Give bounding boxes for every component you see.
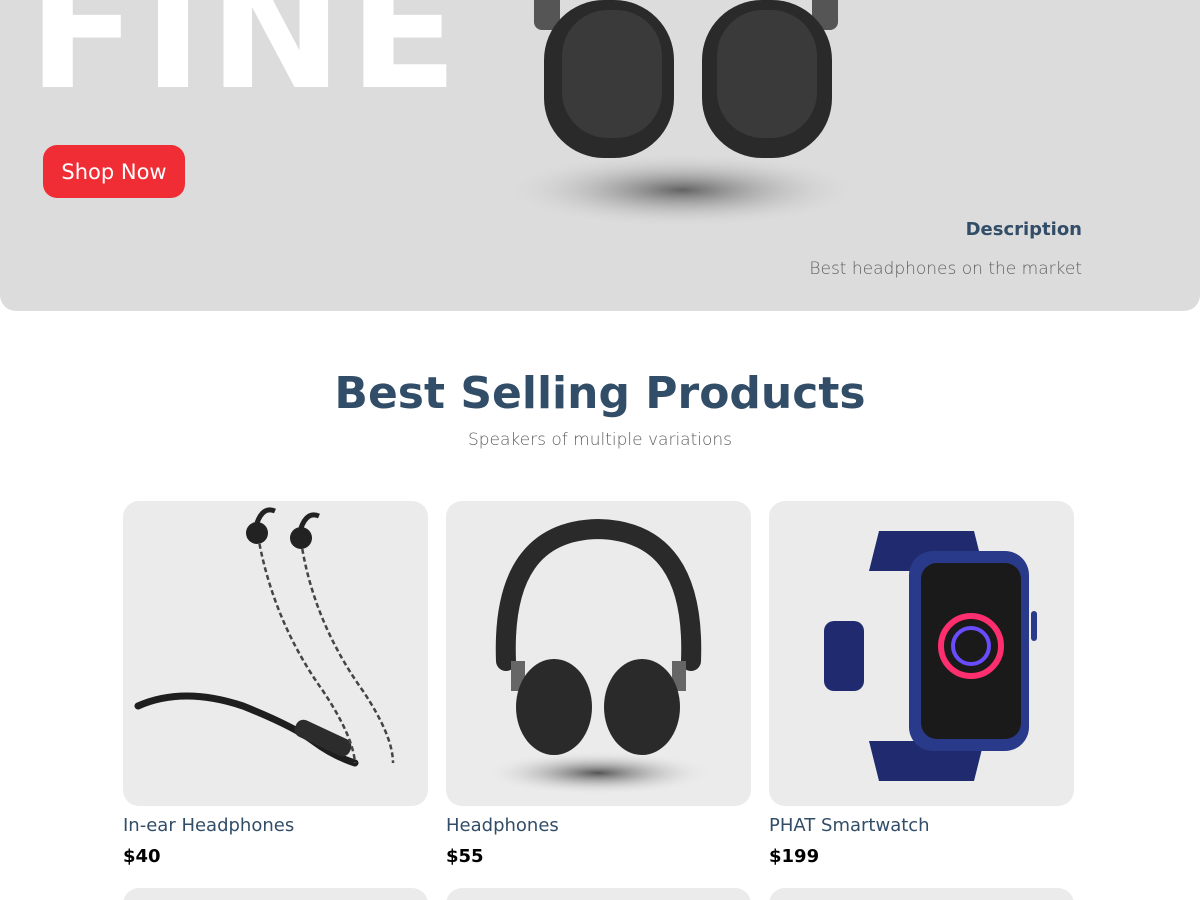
product-image-smartwatch[interactable] xyxy=(769,501,1074,806)
hero-description-text: Best headphones on the market xyxy=(809,259,1082,279)
smartwatch-icon xyxy=(824,531,1037,781)
hero-banner: FINE Shop Now Description Best headphone… xyxy=(0,0,1200,311)
product-image-earphones[interactable] xyxy=(123,501,428,806)
product-card-partial[interactable] xyxy=(769,888,1074,900)
neckband-earphones-icon xyxy=(134,507,395,767)
product-card-partial[interactable] xyxy=(446,888,751,900)
product-name[interactable]: Headphones xyxy=(446,815,751,836)
product-card[interactable]: In-ear Headphones $40 xyxy=(123,501,428,867)
product-card[interactable]: PHAT Smartwatch $199 xyxy=(769,501,1074,867)
product-card[interactable]: Headphones $55 xyxy=(446,501,751,867)
product-image-headphones[interactable] xyxy=(446,501,751,806)
section-subtitle: Speakers of multiple variations xyxy=(467,430,733,450)
shop-now-button[interactable]: Shop Now xyxy=(43,145,185,198)
hero-big-word: FINE xyxy=(28,0,465,125)
product-price: $40 xyxy=(123,846,161,867)
product-price: $199 xyxy=(769,846,820,867)
hero-description-title: Description xyxy=(965,219,1082,240)
hero-headphones-image xyxy=(502,0,862,228)
product-card-partial[interactable] xyxy=(123,888,428,900)
section-title: Best Selling Products xyxy=(334,368,866,419)
product-name[interactable]: PHAT Smartwatch xyxy=(769,815,1074,836)
headphones-icon xyxy=(483,518,713,795)
product-name[interactable]: In-ear Headphones xyxy=(123,815,428,836)
product-price: $55 xyxy=(446,846,484,867)
